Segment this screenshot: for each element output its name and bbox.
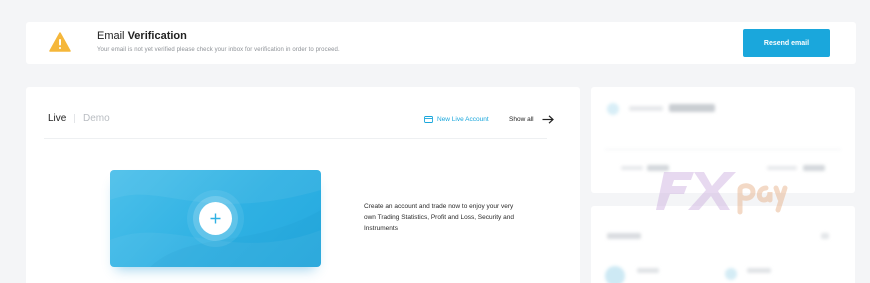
show-all-link[interactable]: Show all: [509, 116, 534, 123]
secondary-blurred-text-1: [637, 268, 659, 273]
banner-title-prefix: Email: [97, 30, 128, 42]
summary-icon: [607, 103, 619, 115]
warning-triangle-icon: [49, 32, 71, 52]
secondary-blurred-chevron: [821, 233, 829, 239]
new-live-account-label: New Live Account: [437, 116, 489, 123]
summary-blurred-text-1: [621, 166, 643, 170]
summary-divider: [605, 149, 841, 150]
tab-divider: [44, 138, 547, 139]
email-verification-banner: Email Verification Your email is not yet…: [26, 22, 856, 64]
summary-blurred-label: [629, 106, 663, 111]
create-account-description: Create an account and trade now to enjoy…: [364, 203, 514, 232]
secondary-avatar-1: [605, 266, 625, 283]
new-live-account-link[interactable]: New Live Account: [424, 116, 489, 123]
accounts-card: Live Demo New Live Account Show all Crea…: [26, 87, 580, 283]
banner-subtitle: Your email is not yet verified please ch…: [97, 47, 340, 53]
tab-demo[interactable]: Demo: [83, 113, 110, 124]
summary-blurred-value: [669, 104, 715, 112]
tab-separator: [74, 114, 75, 123]
secondary-blurred-text-2: [747, 268, 771, 273]
tab-live[interactable]: Live: [48, 113, 66, 124]
banner-title-bold: Verification: [127, 30, 187, 42]
resend-email-button[interactable]: Resend email: [743, 29, 830, 57]
banner-title: Email Verification: [97, 30, 187, 42]
plus-icon: [210, 213, 221, 224]
create-account-card[interactable]: [110, 170, 321, 267]
arrow-right-icon[interactable]: [542, 115, 554, 124]
secondary-blurred-title: [607, 233, 641, 239]
secondary-avatar-2: [725, 268, 737, 280]
account-card-icon: [424, 116, 433, 123]
summary-blurred-text-4: [803, 165, 825, 171]
secondary-card: [591, 206, 855, 283]
add-account-button[interactable]: [199, 202, 232, 235]
fxpay-watermark-logo: [656, 172, 788, 215]
